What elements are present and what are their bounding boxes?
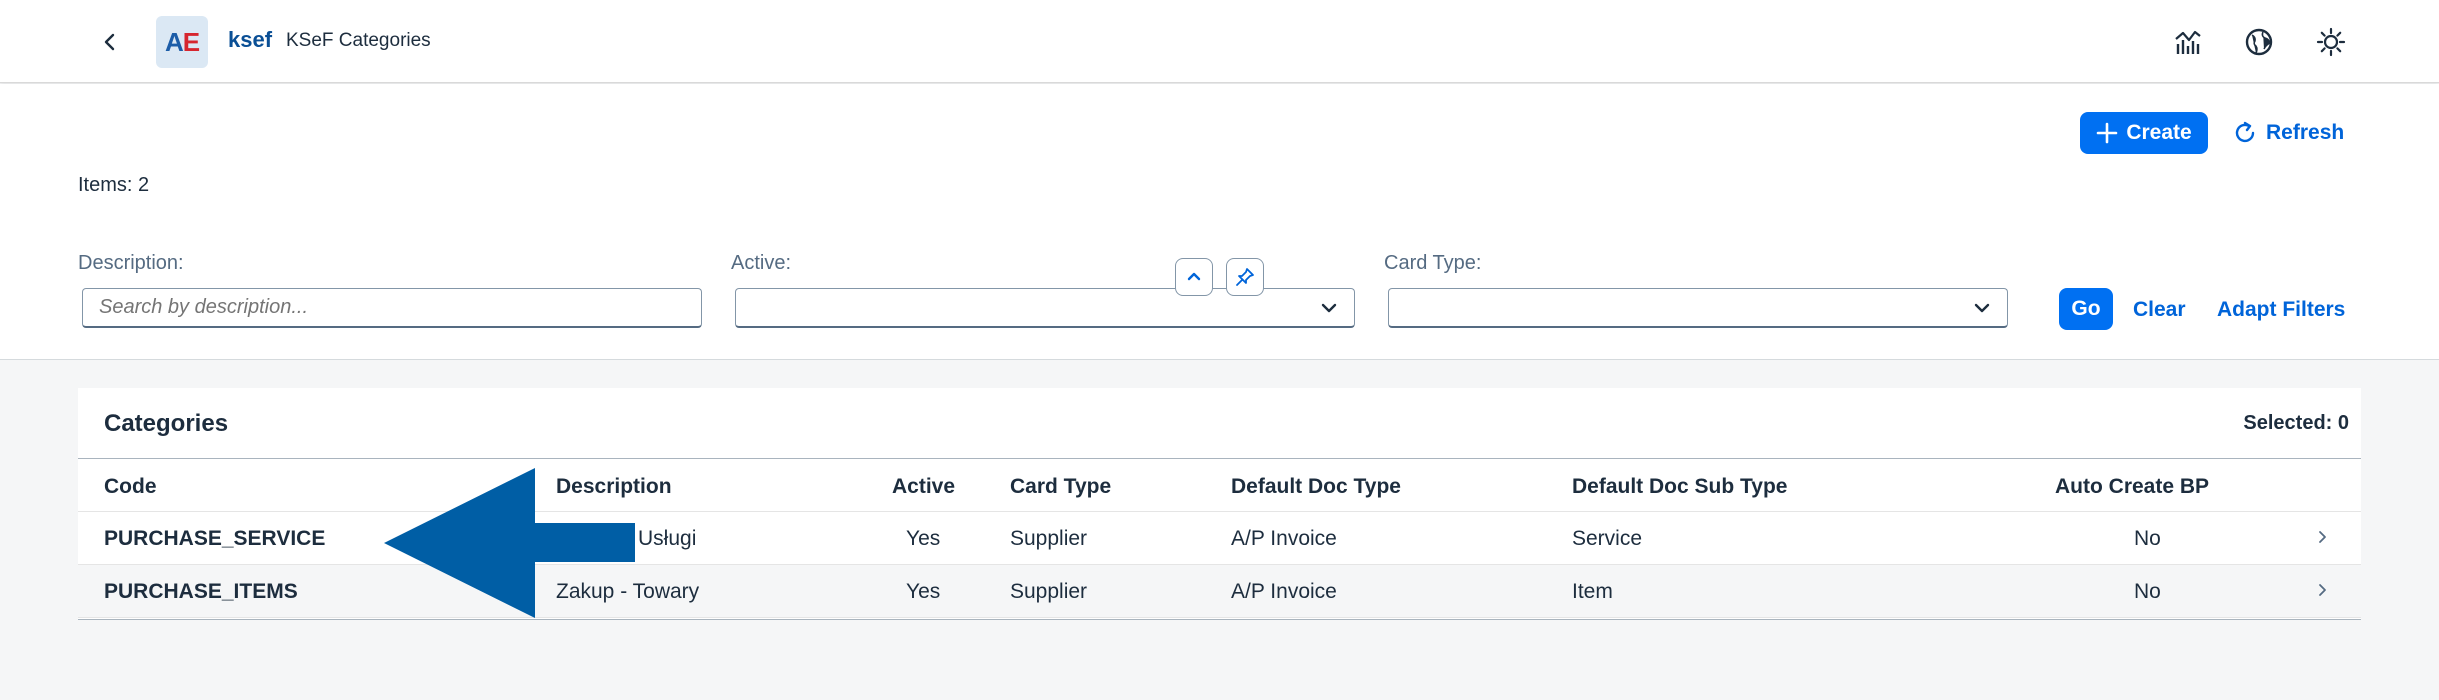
language-button[interactable] bbox=[2241, 24, 2277, 60]
annotation-arrow-icon bbox=[384, 468, 635, 618]
row-doc-sub-type: Item bbox=[1572, 580, 1613, 603]
row-card-type: Supplier bbox=[1010, 527, 1088, 550]
go-button[interactable]: Go bbox=[2059, 288, 2113, 330]
analytics-button[interactable] bbox=[2170, 24, 2206, 60]
chevron-right-icon bbox=[2319, 584, 2326, 596]
analytics-icon bbox=[2175, 30, 2201, 54]
chevron-up-icon bbox=[1187, 272, 1201, 281]
adapt-filters-button[interactable]: Adapt Filters bbox=[2217, 298, 2345, 322]
refresh-icon bbox=[2235, 121, 2255, 143]
column-header-default-doc-sub-type[interactable]: Default Doc Sub Type bbox=[1572, 475, 1787, 499]
column-header-auto-create-bp[interactable]: Auto Create BP bbox=[2055, 475, 2209, 499]
page-title: KSeF Categories bbox=[286, 30, 431, 51]
theme-button[interactable] bbox=[2313, 24, 2349, 60]
back-button[interactable] bbox=[90, 22, 130, 62]
refresh-button-label: Refresh bbox=[2266, 121, 2345, 144]
refresh-button[interactable]: Refresh bbox=[2232, 112, 2344, 154]
globe-icon bbox=[2245, 28, 2273, 56]
pin-header-button[interactable] bbox=[1226, 258, 1264, 296]
theme-sun-icon bbox=[2316, 27, 2346, 57]
shell-bar: AE ksef KSeF Categories bbox=[0, 0, 2439, 83]
row-code: PURCHASE_SERVICE bbox=[104, 527, 326, 550]
description-filter-label: Description: bbox=[78, 252, 184, 274]
chevron-right-icon bbox=[2319, 531, 2326, 543]
description-filter bbox=[82, 288, 702, 328]
back-icon bbox=[104, 33, 115, 51]
items-count: Items: 2 bbox=[78, 174, 150, 196]
row-doc-sub-type: Service bbox=[1572, 527, 1643, 550]
active-filter-select[interactable] bbox=[735, 288, 1355, 328]
card-type-filter-select[interactable] bbox=[1388, 288, 2008, 328]
row-active: Yes bbox=[906, 580, 941, 603]
create-button-label: Create bbox=[2126, 121, 2192, 144]
column-header-card-type[interactable]: Card Type bbox=[1010, 475, 1111, 499]
row-card-type: Supplier bbox=[1010, 580, 1088, 603]
pin-icon bbox=[1236, 268, 1254, 286]
row-doc-type: A/P Invoice bbox=[1231, 527, 1337, 550]
collapse-header-button[interactable] bbox=[1175, 258, 1213, 296]
row-description: Usługi bbox=[638, 527, 697, 550]
chevron-down-icon bbox=[1974, 303, 1990, 313]
column-header-active[interactable]: Active bbox=[892, 475, 955, 499]
active-filter-label: Active: bbox=[731, 252, 792, 274]
row-code: PURCHASE_ITEMS bbox=[104, 580, 298, 603]
create-button[interactable]: Create bbox=[2080, 112, 2208, 154]
clear-button[interactable]: Clear bbox=[2133, 298, 2186, 322]
chevron-down-icon bbox=[1321, 303, 1337, 313]
selected-count: Selected: 0 bbox=[2243, 412, 2349, 434]
row-doc-type: A/P Invoice bbox=[1231, 580, 1337, 603]
table-title: Categories bbox=[104, 410, 229, 437]
company-logo: AE bbox=[156, 16, 208, 68]
page-header: Create Refresh Items: 2 Description: Act… bbox=[0, 84, 2439, 360]
row-auto-create-bp: No bbox=[2134, 527, 2161, 550]
row-auto-create-bp: No bbox=[2134, 580, 2161, 603]
plus-icon bbox=[2097, 122, 2118, 144]
description-search-input[interactable] bbox=[83, 289, 701, 326]
card-type-filter-label: Card Type: bbox=[1384, 252, 1482, 274]
app-name[interactable]: ksef bbox=[228, 27, 272, 53]
column-header-code[interactable]: Code bbox=[104, 475, 157, 499]
column-header-default-doc-type[interactable]: Default Doc Type bbox=[1231, 475, 1401, 499]
row-active: Yes bbox=[906, 527, 941, 550]
